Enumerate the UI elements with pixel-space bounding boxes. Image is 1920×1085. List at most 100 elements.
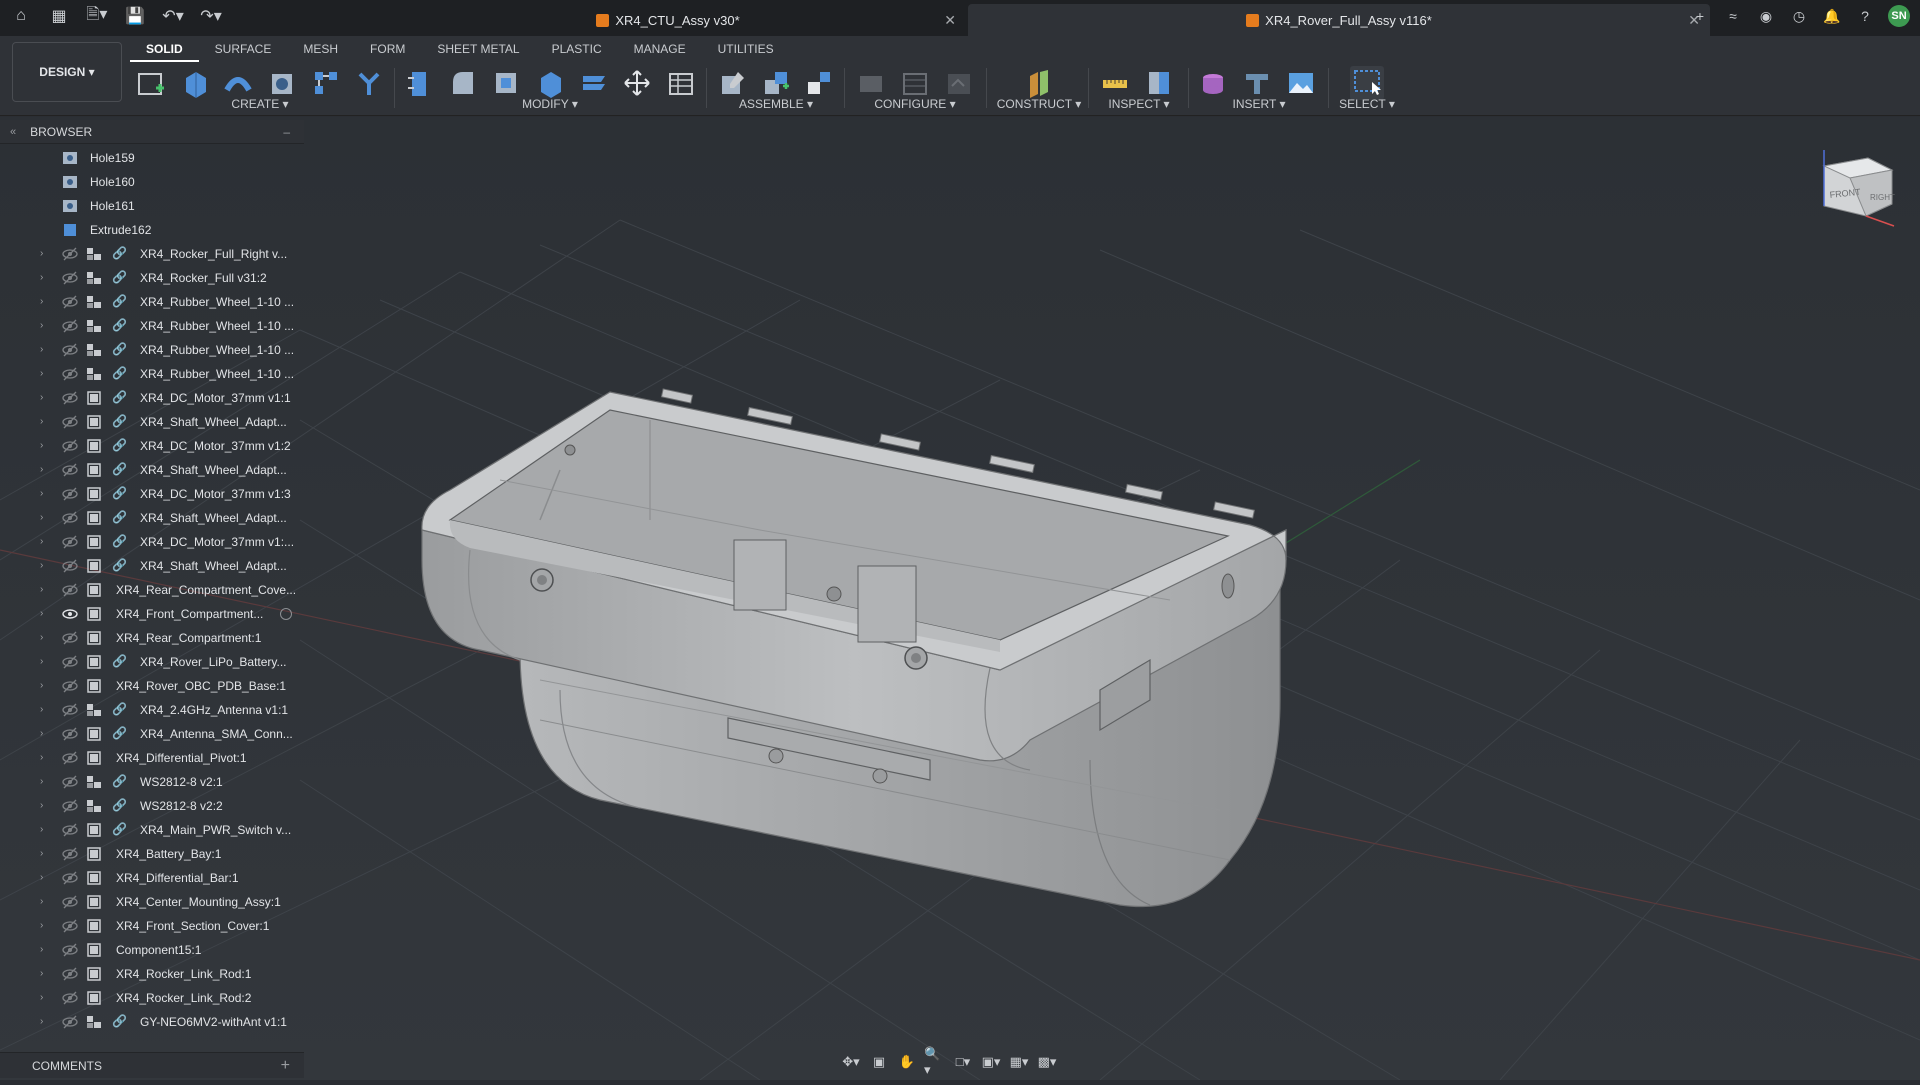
joint-icon[interactable] <box>759 66 792 100</box>
browser-component-row[interactable]: › 🔗 XR4_Rocker_Full_Right v... <box>0 242 304 266</box>
change-parameters-icon[interactable] <box>664 66 698 100</box>
viewports-icon[interactable]: ▩▾ <box>1036 1052 1058 1072</box>
workspace-switcher[interactable]: DESIGN ▾ <box>12 42 122 102</box>
redo-icon[interactable]: ↷▾ <box>200 5 222 27</box>
insert-mcmaster-icon[interactable] <box>1240 66 1274 100</box>
browser-component-row[interactable]: › 🔗 XR4_DC_Motor_37mm v1:3 <box>0 482 304 506</box>
expand-chevron-icon[interactable]: › <box>40 440 43 451</box>
visibility-hidden-icon[interactable] <box>62 870 78 886</box>
expand-chevron-icon[interactable]: › <box>40 920 43 931</box>
as-built-joint-icon[interactable] <box>803 66 836 100</box>
user-avatar[interactable]: SN <box>1888 5 1910 27</box>
browser-component-row[interactable]: › 🔗 XR4_Shaft_Wheel_Adapt... <box>0 506 304 530</box>
create-form-icon[interactable] <box>352 66 386 100</box>
file-menu-icon[interactable]: 🗎▾ <box>86 5 108 27</box>
look-at-icon[interactable]: ▣ <box>868 1052 890 1072</box>
expand-chevron-icon[interactable]: › <box>40 656 43 667</box>
expand-chevron-icon[interactable]: › <box>40 536 43 547</box>
insert-menu[interactable]: INSERT ▾ <box>1196 97 1322 111</box>
expand-chevron-icon[interactable]: › <box>40 416 43 427</box>
visibility-hidden-icon[interactable] <box>62 438 78 454</box>
expand-chevron-icon[interactable]: › <box>40 560 43 571</box>
construct-menu[interactable]: CONSTRUCT ▾ <box>996 97 1082 111</box>
visibility-hidden-icon[interactable] <box>62 846 78 862</box>
visibility-hidden-icon[interactable] <box>62 822 78 838</box>
browser-component-row[interactable]: › XR4_Battery_Bay:1 <box>0 842 304 866</box>
add-comment-icon[interactable]: + <box>281 1057 290 1075</box>
minimize-icon[interactable]: – <box>283 125 290 139</box>
browser-component-row[interactable]: › 🔗 GY-NEO6MV2-withAnt v1:1 <box>0 1010 304 1034</box>
tab-manage[interactable]: MANAGE <box>618 36 702 62</box>
close-icon[interactable]: ✕ <box>944 12 956 29</box>
expand-chevron-icon[interactable]: › <box>40 392 43 403</box>
visibility-hidden-icon[interactable] <box>62 414 78 430</box>
expand-chevron-icon[interactable]: › <box>40 296 43 307</box>
configure-menu[interactable]: CONFIGURE ▾ <box>854 97 976 111</box>
visibility-hidden-icon[interactable] <box>62 246 78 262</box>
browser-component-row[interactable]: › XR4_Rocker_Link_Rod:1 <box>0 962 304 986</box>
visibility-hidden-icon[interactable] <box>62 342 78 358</box>
expand-chevron-icon[interactable]: › <box>40 680 43 691</box>
orbit-icon[interactable]: ✥▾ <box>840 1052 862 1072</box>
visibility-hidden-icon[interactable] <box>62 798 78 814</box>
visibility-hidden-icon[interactable] <box>62 942 78 958</box>
expand-chevron-icon[interactable]: › <box>40 608 43 619</box>
browser-feature-row[interactable]: Hole159 <box>0 146 304 170</box>
visibility-hidden-icon[interactable] <box>62 318 78 334</box>
create-sketch-icon[interactable] <box>134 66 168 100</box>
visibility-hidden-icon[interactable] <box>62 390 78 406</box>
assemble-menu[interactable]: ASSEMBLE ▾ <box>716 97 836 111</box>
extrude-icon[interactable] <box>178 66 212 100</box>
tab-mesh[interactable]: MESH <box>287 36 354 62</box>
document-tab-rover[interactable]: XR4_Rover_Full_Assy v116* ✕ <box>968 4 1710 36</box>
visibility-hidden-icon[interactable] <box>62 510 78 526</box>
browser-component-row[interactable]: › XR4_Rover_OBC_PDB_Base:1 <box>0 674 304 698</box>
expand-chevron-icon[interactable]: › <box>40 464 43 475</box>
browser-component-row[interactable]: › 🔗 XR4_Shaft_Wheel_Adapt... <box>0 410 304 434</box>
browser-component-row[interactable]: › 🔗 XR4_Rubber_Wheel_1-10 ... <box>0 314 304 338</box>
view-cube[interactable]: FRONT RIGHT <box>1810 142 1900 232</box>
configure-rows-icon[interactable] <box>898 66 932 100</box>
expand-chevron-icon[interactable]: › <box>40 1016 43 1027</box>
browser-component-row[interactable]: › 🔗 XR4_Rubber_Wheel_1-10 ... <box>0 362 304 386</box>
configure-theme-icon[interactable] <box>942 66 976 100</box>
browser-component-row[interactable]: › XR4_Differential_Pivot:1 <box>0 746 304 770</box>
visibility-hidden-icon[interactable] <box>62 966 78 982</box>
expand-chevron-icon[interactable]: › <box>40 992 43 1003</box>
new-tab-icon[interactable]: + <box>1690 6 1710 26</box>
section-analysis-icon[interactable] <box>1142 66 1176 100</box>
configure-table-icon[interactable] <box>854 66 888 100</box>
expand-chevron-icon[interactable]: › <box>40 704 43 715</box>
visibility-hidden-icon[interactable] <box>62 294 78 310</box>
visibility-hidden-icon[interactable] <box>62 582 78 598</box>
visibility-hidden-icon[interactable] <box>62 366 78 382</box>
online-status-icon[interactable]: ◉ <box>1756 6 1776 26</box>
pan-icon[interactable]: ✋ <box>896 1052 918 1072</box>
undo-icon[interactable]: ↶▾ <box>162 5 184 27</box>
browser-component-row[interactable]: › 🔗 XR4_Main_PWR_Switch v... <box>0 818 304 842</box>
visibility-hidden-icon[interactable] <box>62 534 78 550</box>
visibility-hidden-icon[interactable] <box>62 462 78 478</box>
browser-component-row[interactable]: › 🔗 XR4_Rocker_Full v31:2 <box>0 266 304 290</box>
expand-chevron-icon[interactable]: › <box>40 968 43 979</box>
display-settings-icon[interactable]: ▣▾ <box>980 1052 1002 1072</box>
browser-component-row[interactable]: › 🔗 XR4_DC_Motor_37mm v1:2 <box>0 434 304 458</box>
rectangular-pattern-icon[interactable] <box>309 66 343 100</box>
browser-feature-row[interactable]: Extrude162 <box>0 218 304 242</box>
browser-component-row[interactable]: › XR4_Rocker_Link_Rod:2 <box>0 986 304 1010</box>
browser-component-row[interactable]: › 🔗 XR4_Shaft_Wheel_Adapt... <box>0 458 304 482</box>
browser-component-row[interactable]: › 🔗 XR4_Antenna_SMA_Conn... <box>0 722 304 746</box>
visibility-hidden-icon[interactable] <box>62 918 78 934</box>
browser-component-row[interactable]: › XR4_Front_Compartment... <box>0 602 304 626</box>
grid-settings-icon[interactable]: ▦▾ <box>1008 1052 1030 1072</box>
browser-component-row[interactable]: › 🔗 XR4_Rover_LiPo_Battery... <box>0 650 304 674</box>
tab-utilities[interactable]: UTILITIES <box>702 36 790 62</box>
visibility-hidden-icon[interactable] <box>62 894 78 910</box>
save-icon[interactable]: 💾 <box>124 5 146 27</box>
browser-component-row[interactable]: › XR4_Rear_Compartment_Cove... <box>0 578 304 602</box>
expand-chevron-icon[interactable]: › <box>40 800 43 811</box>
help-icon[interactable]: ? <box>1855 6 1875 26</box>
browser-component-row[interactable]: › 🔗 WS2812-8 v2:1 <box>0 770 304 794</box>
expand-chevron-icon[interactable]: › <box>40 248 43 259</box>
insert-derive-icon[interactable] <box>1196 66 1230 100</box>
